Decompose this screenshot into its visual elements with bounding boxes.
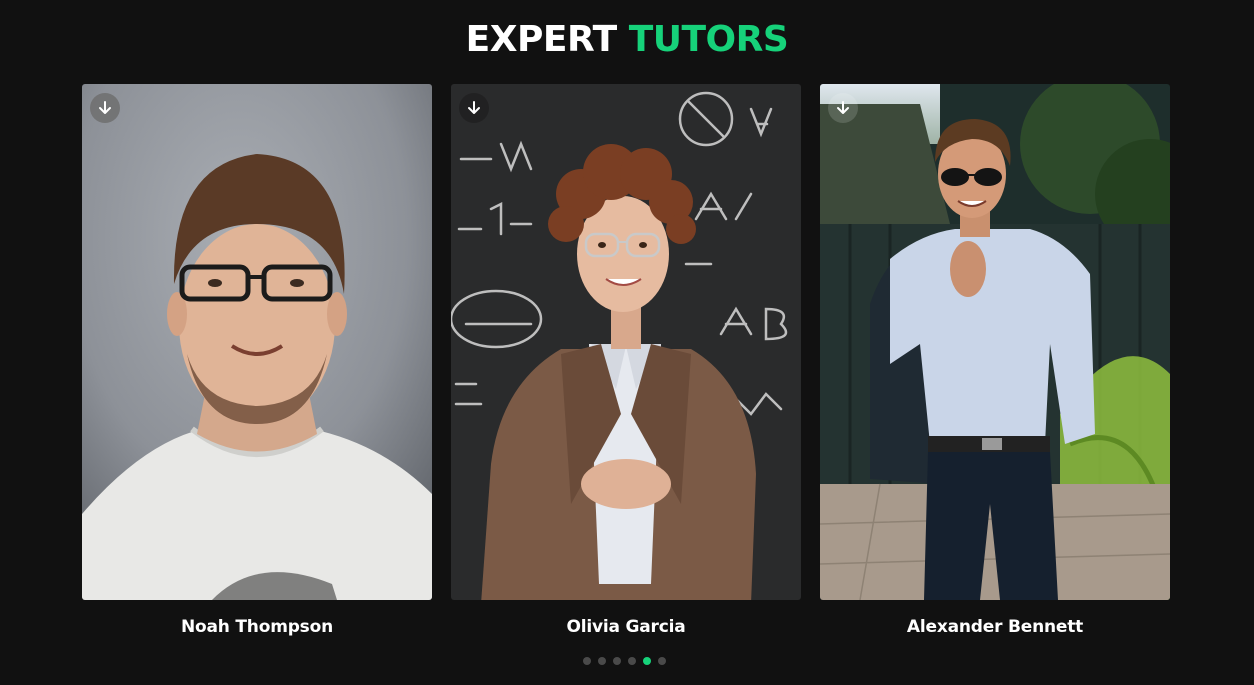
download-arrow-icon [99, 101, 111, 114]
download-button[interactable] [90, 93, 120, 123]
carousel-dot-4[interactable] [628, 657, 636, 665]
tutor-photo[interactable] [82, 84, 432, 600]
carousel-pagination [583, 657, 666, 665]
download-button[interactable] [459, 93, 489, 123]
section-title-accent: TUTORS [628, 19, 789, 60]
tutor-photo[interactable] [820, 84, 1170, 600]
tutor-photo-image [82, 84, 432, 600]
carousel-dot-5[interactable] [643, 657, 651, 665]
download-arrow-icon [468, 101, 480, 114]
tutor-photo-image [820, 84, 1170, 600]
download-arrow-icon [837, 101, 849, 114]
tutor-card-3[interactable]: Alexander Bennett [820, 84, 1170, 637]
section-title-white: EXPERT [465, 19, 617, 60]
tutor-photo[interactable] [451, 84, 801, 600]
tutor-name: Olivia Garcia [566, 617, 686, 637]
tutor-photo-image [451, 84, 801, 600]
tutor-card-2[interactable]: Olivia Garcia [451, 84, 801, 637]
download-button[interactable] [828, 93, 858, 123]
tutor-name: Alexander Bennett [906, 617, 1084, 637]
section-title: EXPERT TUTORS [0, 18, 1254, 62]
tutor-name: Noah Thompson [181, 617, 333, 637]
tutor-card-1[interactable]: Noah Thompson [82, 84, 432, 637]
carousel-dot-3[interactable] [613, 657, 621, 665]
carousel-dot-2[interactable] [598, 657, 606, 665]
carousel-dot-1[interactable] [583, 657, 591, 665]
carousel-dot-6[interactable] [658, 657, 666, 665]
